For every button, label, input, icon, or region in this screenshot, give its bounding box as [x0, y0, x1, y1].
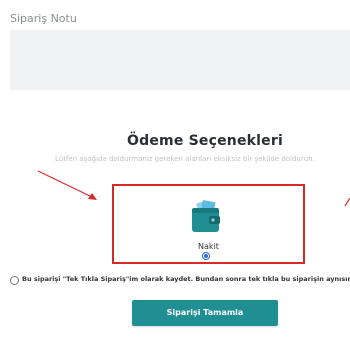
right-annotation-arrow: [344, 197, 350, 207]
payment-options-title: Ödeme Seçenekleri: [127, 133, 283, 149]
complete-order-button[interactable]: Siparişi Tamamla: [132, 300, 278, 326]
cash-wallet-icon: [192, 200, 220, 232]
checkout-page: Sipariş Notu Ödeme Seçenekleri Lütfen aş…: [0, 0, 350, 350]
order-note-textarea[interactable]: [10, 30, 350, 90]
payment-option-cash[interactable]: Nakit: [112, 184, 305, 264]
one-click-order-option[interactable]: Bu siparişi "Tek Tıkla Sipariş"im olarak…: [10, 275, 350, 287]
one-click-order-label: Bu siparişi "Tek Tıkla Sipariş"im olarak…: [22, 275, 350, 283]
one-click-order-checkbox[interactable]: [10, 276, 19, 285]
left-annotation-arrow: [37, 170, 93, 198]
payment-option-cash-label: Nakit: [198, 242, 219, 251]
left-annotation-arrowhead: [88, 193, 97, 200]
payment-option-cash-radio[interactable]: [202, 252, 210, 260]
payment-options-subtitle: Lütfen aşağıda doldurmanız gereken alanl…: [55, 155, 315, 163]
order-note-label: Sipariş Notu: [10, 12, 77, 25]
